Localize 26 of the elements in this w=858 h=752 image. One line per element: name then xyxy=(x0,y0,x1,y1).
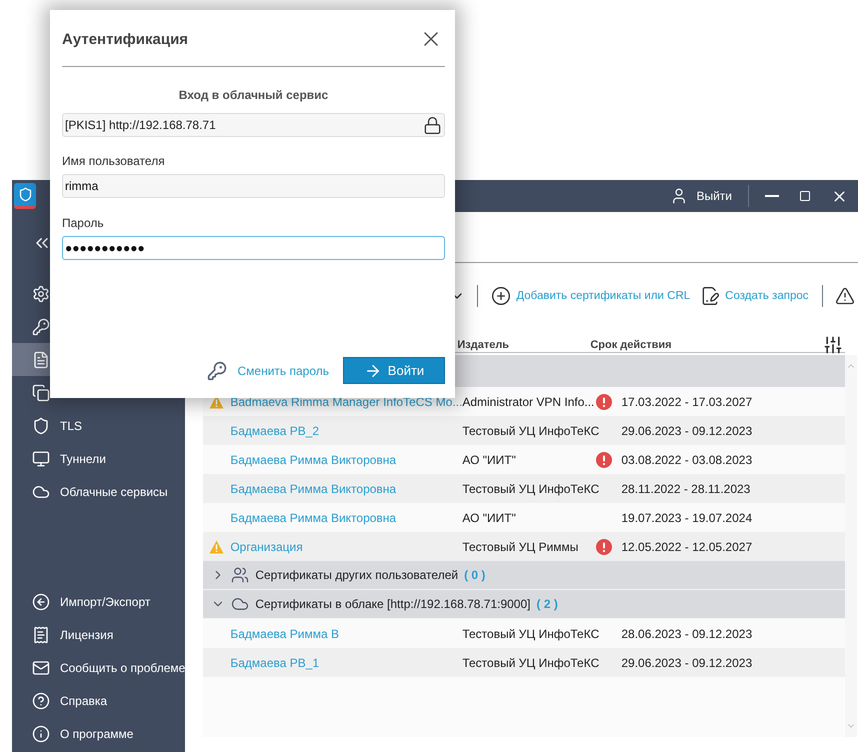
validity-cell-text: 28.11.2022 - 28.11.2023 xyxy=(621,482,752,496)
issuer-cell-text: Тестовый УЦ Риммы xyxy=(462,540,580,554)
issuer-cell-text: Administrator VPN Info... xyxy=(462,394,596,408)
issuer-cell: Тестовый УЦ ИнфоТеКС xyxy=(462,656,596,670)
validity-cell-text: 29.06.2023 - 09.12.2023 xyxy=(621,656,754,670)
dialog-title: Аутентификация xyxy=(62,30,188,48)
validity-cell-text: 28.06.2023 - 09.12.2023 xyxy=(621,626,754,640)
validity-cell-text: 12.05.2022 - 12.05.2027 xyxy=(621,540,754,554)
dialog-subtitle: Вход в облачный сервис xyxy=(178,88,330,102)
validity-cell-text: 03.08.2022 - 03.08.2023 xyxy=(621,452,754,466)
issuer-cell-text: АО "ИИТ" xyxy=(462,452,517,466)
group-label: Сертификаты других пользователей xyxy=(255,568,458,582)
column-header: Срок действия xyxy=(590,339,673,351)
group-label: Сертификаты в облаке [http://192.168.78.71:9000] xyxy=(255,597,530,611)
validity-cell-text: 17.03.2022 - 17.03.2027 xyxy=(621,394,754,408)
group-count: ( 0 ) xyxy=(464,568,486,582)
validity-cell-text: 29.06.2023 - 09.12.2023 xyxy=(621,424,754,438)
column-header: Издатель xyxy=(457,339,510,351)
group-count: ( 2 ) xyxy=(536,597,558,611)
issuer-cell-text: АО "ИИТ" xyxy=(462,510,517,524)
field-label: Имя пользователя xyxy=(62,154,166,168)
field-label: Пароль xyxy=(62,216,105,230)
issuer-cell: Тестовый УЦ ИнфоТеКС xyxy=(462,626,596,640)
issuer-cell: Тестовый УЦ ИнфоТеКС xyxy=(462,424,596,438)
validity-cell-text: 19.07.2023 - 19.07.2024 xyxy=(621,510,754,524)
issuer-cell: Тестовый УЦ ИнфоТеКС xyxy=(462,482,596,496)
